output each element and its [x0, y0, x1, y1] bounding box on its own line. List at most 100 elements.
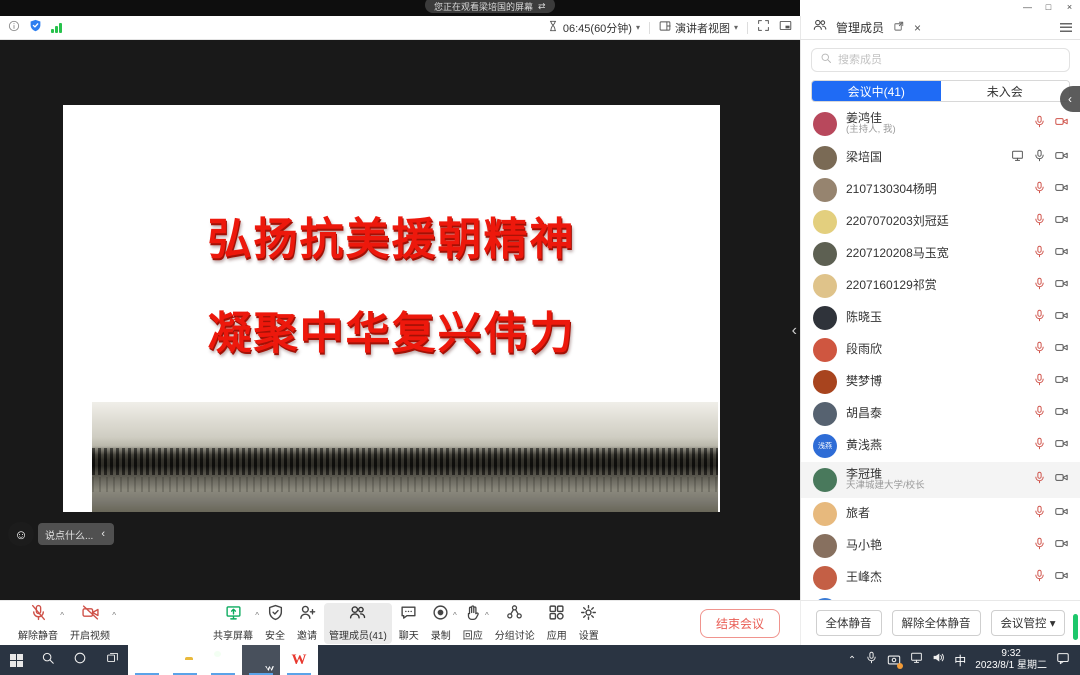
minimize-button[interactable]: — — [1017, 0, 1038, 14]
pip-button[interactable] — [779, 19, 792, 37]
panel-collapse-button[interactable]: ‹ — [792, 322, 797, 340]
fullscreen-button[interactable] — [757, 19, 770, 37]
emoji-button[interactable]: ☺ — [8, 522, 34, 546]
message-input[interactable]: 说点什么... ‹ — [38, 523, 114, 545]
toolbar-invite-button[interactable]: 邀请 — [292, 603, 322, 644]
camera-icon[interactable] — [1055, 505, 1068, 523]
task-view-button[interactable] — [96, 645, 128, 675]
participant-row[interactable]: 2207120208马玉宽 — [801, 238, 1080, 270]
camera-icon[interactable] — [1055, 405, 1068, 423]
mic-muted-icon[interactable] — [1033, 471, 1046, 489]
participant-row[interactable]: 陈晓玉 — [801, 302, 1080, 334]
participant-row[interactable]: 段雨欣 — [801, 334, 1080, 366]
mic-muted-icon[interactable] — [1033, 277, 1046, 295]
tray-mic-icon[interactable] — [865, 651, 878, 669]
chevron-up-icon[interactable]: ^ — [453, 611, 457, 620]
cortana-button[interactable] — [64, 645, 96, 675]
mic-muted-icon[interactable] — [1033, 181, 1046, 199]
camera-icon[interactable] — [1055, 213, 1068, 231]
swap-icon[interactable]: ⇄ — [538, 1, 546, 12]
mic-muted-icon[interactable] — [1033, 569, 1046, 587]
mute-all-button[interactable]: 全体静音 — [816, 610, 882, 636]
taskbar-search-button[interactable] — [32, 645, 64, 675]
popout-icon[interactable] — [893, 19, 905, 37]
search-input[interactable] — [838, 54, 1061, 66]
participant-row[interactable]: 2207070203刘冠廷 — [801, 206, 1080, 238]
taskbar-app-browser-green[interactable] — [128, 645, 166, 675]
chevron-up-icon[interactable]: ^ — [60, 611, 64, 620]
camera-icon[interactable] — [1055, 471, 1068, 489]
camera-icon[interactable] — [1055, 537, 1068, 555]
participant-row[interactable]: 姜鸿佳(主持人, 我) — [801, 106, 1080, 142]
end-meeting-button[interactable]: 结束会议 — [700, 609, 780, 638]
camera-icon[interactable] — [1055, 245, 1068, 263]
participant-row[interactable]: 樊梦博 — [801, 366, 1080, 398]
toolbar-record-button[interactable]: 录制^ — [426, 603, 456, 644]
ime-indicator[interactable]: 中 — [954, 652, 966, 669]
start-button[interactable] — [0, 645, 32, 675]
chevron-up-icon[interactable]: ^ — [255, 611, 259, 620]
toolbar-shield-button[interactable]: 安全 — [260, 603, 290, 644]
tray-record-icon[interactable] — [887, 653, 901, 667]
mic-muted-icon[interactable] — [1033, 437, 1046, 455]
taskbar-app-file-explorer[interactable] — [166, 645, 204, 675]
mic-icon[interactable] — [1033, 149, 1046, 167]
screen-share-icon[interactable] — [1011, 149, 1024, 167]
unmute-all-button[interactable]: 解除全体静音 — [892, 610, 981, 636]
toolbar-chat-button[interactable]: 聊天 — [394, 603, 424, 644]
camera-icon[interactable] — [1055, 569, 1068, 587]
camera-off-icon[interactable] — [1055, 115, 1068, 133]
camera-icon[interactable] — [1055, 149, 1068, 167]
camera-icon[interactable] — [1055, 277, 1068, 295]
search-box[interactable] — [811, 48, 1070, 72]
participant-row[interactable]: 旅者 — [801, 498, 1080, 530]
toolbar-apps-button[interactable]: 应用 — [542, 603, 572, 644]
mic-muted-icon[interactable] — [1033, 373, 1046, 391]
panel-handle[interactable]: ‹ — [1060, 86, 1080, 112]
participant-row[interactable]: 梁培国 — [801, 142, 1080, 174]
participant-row[interactable]: 胡昌泰 — [801, 398, 1080, 430]
taskbar-app-meeting[interactable] — [242, 645, 280, 675]
participant-row[interactable]: 2107130304杨明 — [801, 174, 1080, 206]
tab-in-meeting[interactable]: 会议中(41) — [812, 81, 941, 101]
meeting-control-button[interactable]: 会议管控 ▾ — [991, 610, 1066, 636]
participant-row[interactable]: 浅燕黄浅燕 — [801, 430, 1080, 462]
camera-icon[interactable] — [1055, 181, 1068, 199]
toolbar-react-button[interactable]: 回应^ — [458, 603, 488, 644]
camera-icon[interactable] — [1055, 437, 1068, 455]
info-icon[interactable] — [8, 19, 20, 37]
toolbar-members-button[interactable]: 管理成员(41) — [324, 603, 392, 644]
toolbar-camera-off-button[interactable]: 开启视频^ — [65, 603, 115, 644]
collapse-chat-icon[interactable]: ‹ — [101, 528, 105, 540]
taskbar-clock[interactable]: 9:32 2023/8/1 星期二 — [975, 648, 1047, 673]
mic-muted-icon[interactable] — [1033, 115, 1046, 133]
chevron-up-icon[interactable]: ^ — [485, 611, 489, 620]
toolbar-breakout-button[interactable]: 分组讨论 — [490, 603, 540, 644]
participant-row[interactable]: 2207160129祁赏 — [801, 270, 1080, 302]
mic-muted-icon[interactable] — [1033, 537, 1046, 555]
panel-close-button[interactable]: × — [914, 21, 921, 35]
signal-icon[interactable] — [51, 22, 62, 33]
participant-list[interactable]: 姜鸿佳(主持人, 我)梁培国2107130304杨明2207070203刘冠廷2… — [801, 106, 1080, 600]
close-button[interactable]: × — [1059, 0, 1080, 14]
tab-not-joined[interactable]: 未入会 — [941, 81, 1070, 101]
notification-icon[interactable] — [1056, 651, 1070, 670]
menu-icon[interactable] — [1060, 23, 1072, 32]
shield-check-icon[interactable] — [29, 19, 42, 37]
camera-icon[interactable] — [1055, 341, 1068, 359]
toolbar-mic-muted-button[interactable]: 解除静音^ — [13, 603, 63, 644]
camera-icon[interactable] — [1055, 373, 1068, 391]
meeting-timer[interactable]: 06:45(60分钟) ▾ — [547, 20, 640, 36]
toolbar-share-screen-button[interactable]: 共享屏幕^ — [208, 603, 258, 644]
mic-muted-icon[interactable] — [1033, 405, 1046, 423]
participant-row[interactable]: 王峰杰 — [801, 562, 1080, 594]
scrollbar-thumb[interactable] — [1073, 614, 1078, 640]
taskbar-app-wechat[interactable] — [204, 645, 242, 675]
tray-expand-icon[interactable]: ⌃ — [848, 655, 856, 666]
tray-speaker-icon[interactable] — [932, 651, 945, 669]
tray-display-icon[interactable] — [910, 651, 923, 669]
participant-row[interactable]: 李冠琟天津城建大学/校长 — [801, 462, 1080, 498]
mic-muted-icon[interactable] — [1033, 341, 1046, 359]
taskbar-app-wps[interactable]: W — [280, 645, 318, 675]
mic-muted-icon[interactable] — [1033, 309, 1046, 327]
